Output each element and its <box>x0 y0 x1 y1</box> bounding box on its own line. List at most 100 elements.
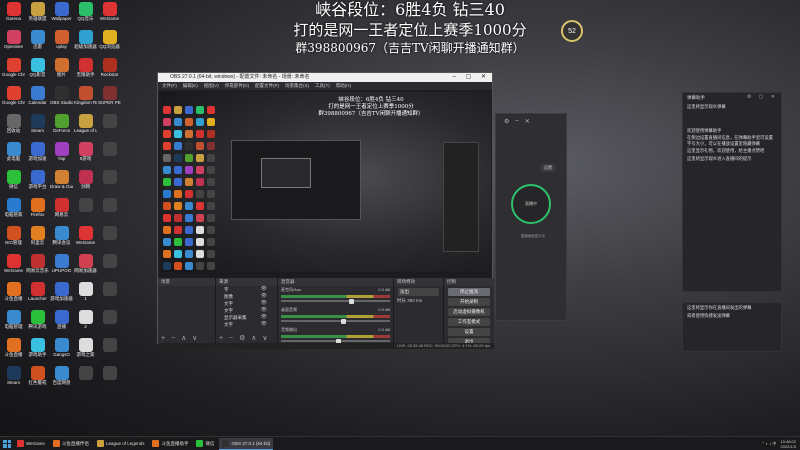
taskbar-item[interactable]: 斗鱼直播助手 <box>149 438 191 450</box>
obs-control-button[interactable]: 停止推流 <box>448 288 490 296</box>
desktop-icon[interactable]: UPUPOO <box>50 254 73 282</box>
mixer-channel[interactable]: 麦克风/Aux 0.0 dB <box>278 286 393 306</box>
obs-menu-item[interactable]: 帮助(H) <box>336 82 351 90</box>
desktop-icon[interactable]: OBS Studio <box>50 86 73 114</box>
source-item[interactable]: 显示器采集 👁 <box>216 314 277 321</box>
mixer-channel[interactable]: 桌面音频 0.0 dB <box>278 306 393 326</box>
desktop-icon[interactable]: 网易加速器 <box>74 254 97 282</box>
desktop-icon[interactable]: 电脑管家 <box>2 198 25 226</box>
source-item[interactable]: 文字 👁 <box>216 321 277 328</box>
desktop-icon[interactable]: 回收站 <box>2 114 25 142</box>
desktop-icon[interactable]: SUPER PEOPLE <box>98 86 121 114</box>
controls-dock[interactable]: 控制 停止推流 开始录制 启动虚拟摄像机 工作室模式 设置 退出 <box>444 278 494 346</box>
transitions-dock[interactable]: 转场特效 淡出 时长 300 ms <box>394 278 444 344</box>
settings-pill-button[interactable]: 设置 <box>540 164 556 172</box>
obs-menu-item[interactable]: 视图(V) <box>204 82 219 90</box>
desktop-icon[interactable]: Kingdom Rush <box>74 86 97 114</box>
desktop-icon[interactable] <box>98 142 121 170</box>
desktop-icon[interactable]: Firefox <box>26 198 49 226</box>
scenes-dock[interactable]: 场景 + − ∧ ∨ <box>158 278 216 344</box>
desktop-icon[interactable]: OpenSee <box>2 30 25 58</box>
desktop-icon[interactable]: 红色警戒 <box>26 366 49 394</box>
start-button[interactable] <box>0 437 14 450</box>
desktop-icon[interactable]: Yap <box>50 142 73 170</box>
desktop-icon[interactable]: 腾讯游戏 <box>26 310 49 338</box>
desktop-icon[interactable]: Rockstar <box>98 58 121 86</box>
gear-icon[interactable]: ⚙ <box>504 118 509 125</box>
desktop-icon[interactable]: 无限助手 <box>74 58 97 86</box>
desktop-icon[interactable]: Google Chrome <box>2 58 25 86</box>
desktop-icon[interactable] <box>98 366 121 394</box>
source-item[interactable]: 文字 👁 <box>216 307 277 314</box>
desktop-icon[interactable]: GeForce <box>50 114 73 142</box>
live-status-circle[interactable]: 直播中 <box>511 184 551 224</box>
desktop-icon[interactable] <box>98 310 121 338</box>
desktop-icon[interactable] <box>98 282 121 310</box>
desktop-icon[interactable]: 图片 <box>50 58 73 86</box>
eye-icon[interactable]: 👁 <box>261 300 267 307</box>
eye-icon[interactable]: 👁 <box>261 293 267 300</box>
desktop-icon[interactable]: Steam <box>26 114 49 142</box>
desktop-icon[interactable]: 微信 <box>2 170 25 198</box>
desktop-icon[interactable]: 电脑管理 <box>2 310 25 338</box>
eye-icon[interactable]: 👁 <box>261 321 267 328</box>
desktop-icon[interactable] <box>98 254 121 282</box>
obs-menu-item[interactable]: 文件(F) <box>162 82 177 90</box>
obs-titlebar[interactable]: OBS 27.0.1 (64-bit, windows) - 配置文件: 未命名… <box>158 73 492 82</box>
desktop-icon[interactable] <box>98 170 121 198</box>
desktop-icon[interactable]: Draw & Guess <box>50 170 73 198</box>
desktop-icon[interactable]: uplay <box>50 30 73 58</box>
taskbar-item[interactable]: 微信 <box>193 438 217 450</box>
desktop-icon[interactable]: WeGame <box>74 226 97 254</box>
eye-icon[interactable]: 👁 <box>261 314 267 321</box>
desktop-icon[interactable]: 直播 <box>50 310 73 338</box>
desktop-icon[interactable]: 斗鱼直播 <box>2 338 25 366</box>
desktop-icon[interactable]: 斗鱼直播 <box>2 282 25 310</box>
desktop-icon[interactable]: 游戏平台 <box>26 170 49 198</box>
obs-menu-item[interactable]: 工具(T) <box>315 82 330 90</box>
desktop-icon[interactable]: WeGame <box>98 2 121 30</box>
desktop-icon[interactable]: 迅雷 <box>26 30 49 58</box>
obs-window[interactable]: OBS 27.0.1 (64-bit, windows) - 配置文件: 未命名… <box>157 72 494 349</box>
desktop-icon[interactable] <box>98 226 121 254</box>
desktop-icon[interactable]: 网易云 <box>50 198 73 226</box>
panel-controls[interactable]: ⚙ ▢ ✕ <box>747 93 778 102</box>
desktop-icon[interactable]: 2 <box>74 310 97 338</box>
live-assistant-window[interactable]: ⚙ – ✕ 设置 直播中 直播画面显示中 <box>495 113 567 321</box>
desktop-icon[interactable]: 百度网盘 <box>50 366 73 394</box>
danmaku-send-panel[interactable]: 这里将显示你在直播间发出的弹幕 或者使用快捷发送弹幕 <box>682 302 782 352</box>
source-item[interactable]: 图像 👁 <box>216 293 277 300</box>
obs-control-button[interactable]: 工作室模式 <box>448 318 490 326</box>
desktop-icon[interactable]: 游戏之家 <box>74 338 97 366</box>
desktop-icon[interactable]: Garena <box>2 2 25 30</box>
desktop-icon[interactable]: 阿里云 <box>26 226 49 254</box>
eye-icon[interactable]: 👁 <box>261 286 267 293</box>
minimize-icon[interactable]: – <box>515 118 518 124</box>
volume-slider-knob[interactable] <box>340 318 346 324</box>
taskbar-item[interactable]: League of Legends <box>94 438 148 450</box>
obs-preview[interactable]: 峡谷段位：6胜4负 钻三40 打的是网一王者定位上赛季1000分 群398800… <box>161 92 491 278</box>
desktop-icon[interactable] <box>98 198 121 226</box>
mixer-dock[interactable]: 混音器 麦克风/Aux 0.0 dB 桌面音频 0.0 dB 音频输出 0.0 dB <box>278 278 394 344</box>
source-item[interactable]: 文字 👁 <box>216 300 277 307</box>
desktop-icon[interactable]: GangsO <box>50 338 73 366</box>
desktop-icon[interactable] <box>98 114 121 142</box>
desktop-icon[interactable]: 9游戏 <box>74 142 97 170</box>
desktop-icon[interactable]: 超级加速器 <box>74 30 97 58</box>
desktop-icon[interactable]: Calendar <box>26 86 49 114</box>
source-item[interactable]: 字 👁 <box>216 286 277 293</box>
obs-menu-item[interactable]: 编辑(E) <box>183 82 198 90</box>
obs-control-button[interactable]: 启动虚拟摄像机 <box>448 308 490 316</box>
transition-type-select[interactable]: 淡出 <box>398 288 439 296</box>
desktop-icon[interactable]: 剑网 <box>74 170 97 198</box>
taskbar-clock[interactable]: 15:48:02 2022/1/3 <box>780 439 796 449</box>
desktop-icon[interactable]: WeGame <box>2 254 25 282</box>
desktop-icon[interactable]: 1 <box>74 282 97 310</box>
desktop-icon[interactable]: Steam <box>2 366 25 394</box>
desktop-icon[interactable]: Wallpaper <box>50 2 73 30</box>
volume-slider[interactable] <box>281 298 390 304</box>
desktop-icon[interactable]: 此电脑 <box>2 142 25 170</box>
volume-slider[interactable] <box>281 338 390 344</box>
obs-control-button[interactable]: 开始录制 <box>448 298 490 306</box>
obs-control-button[interactable]: 设置 <box>448 328 490 336</box>
